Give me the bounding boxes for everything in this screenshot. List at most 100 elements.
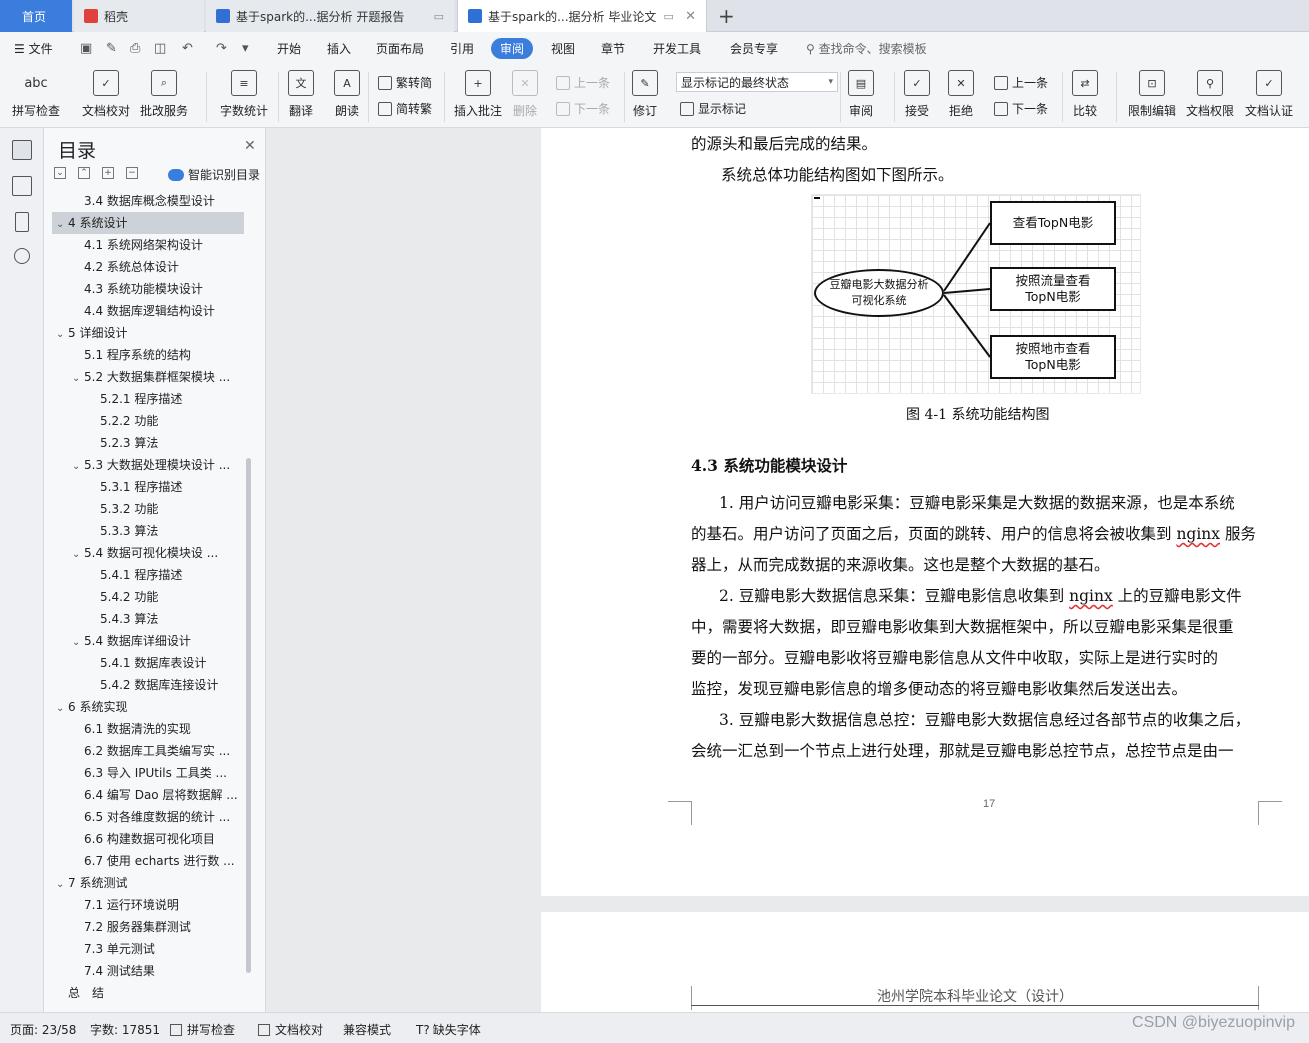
spellcheck-toggle[interactable]: 拼写检查 bbox=[170, 1021, 235, 1038]
toc-item[interactable]: 4.1 系统网络架构设计 bbox=[52, 234, 244, 256]
add-heading-icon[interactable]: + bbox=[102, 167, 114, 179]
toc-item[interactable]: 3.4 数据库概念模型设计 bbox=[52, 190, 244, 212]
undo-icon[interactable]: ↶ bbox=[182, 41, 193, 56]
menu-home[interactable]: 开始 bbox=[277, 40, 301, 57]
toc-item[interactable]: 5.4.2 功能 bbox=[52, 586, 244, 608]
proofread-toggle[interactable]: 文档校对 bbox=[258, 1021, 323, 1038]
toc-item[interactable]: 5.3.2 功能 bbox=[52, 498, 244, 520]
menu-references[interactable]: 引用 bbox=[450, 40, 474, 57]
toc-item[interactable]: 总 结 bbox=[52, 982, 244, 1004]
misspelled-word[interactable]: nginx bbox=[1176, 525, 1220, 543]
toc-item[interactable]: 6.2 数据库工具类编写实 ... bbox=[52, 740, 244, 762]
close-tab-icon[interactable]: ✕ bbox=[685, 9, 696, 24]
toc-item[interactable]: 5.3.1 程序描述 bbox=[52, 476, 244, 498]
menu-review[interactable]: 审阅 bbox=[491, 38, 534, 59]
redo-icon[interactable]: ↷ bbox=[216, 41, 227, 56]
toc-item[interactable]: ⌄ 5.3 大数据处理模块设计 ... bbox=[52, 454, 244, 476]
doc-permission-button[interactable]: ⚲ 文档权限 bbox=[1186, 70, 1234, 119]
chevron-down-icon[interactable]: ⌄ bbox=[56, 324, 68, 344]
toc-item[interactable]: 4.3 系统功能模块设计 bbox=[52, 278, 244, 300]
chevron-down-icon[interactable]: ⌄ bbox=[56, 214, 68, 234]
translate-button[interactable]: 文翻译 bbox=[288, 70, 314, 119]
toc-item[interactable]: 5.2.2 功能 bbox=[52, 410, 244, 432]
toc-item[interactable]: ⌄ 5.4 数据库详细设计 bbox=[52, 630, 244, 652]
toc-item[interactable]: 6.3 导入 IPUtils 工具类 ... bbox=[52, 762, 244, 784]
close-icon[interactable]: ✕ bbox=[244, 138, 256, 154]
word-count-button[interactable]: ≡ 字数统计 bbox=[220, 70, 268, 119]
file-menu[interactable]: ☰ 文件 bbox=[14, 40, 53, 57]
menu-member[interactable]: 会员专享 bbox=[730, 40, 778, 57]
print-preview-icon[interactable]: ◫ bbox=[154, 41, 166, 56]
toc-item[interactable]: 6.6 构建数据可视化项目 bbox=[52, 828, 244, 850]
collapse-all-icon[interactable]: ⌄ bbox=[54, 167, 66, 179]
next-comment-button[interactable]: 下一条 bbox=[556, 100, 610, 117]
reject-button[interactable]: ✕ 拒绝 bbox=[948, 70, 974, 119]
toc-item[interactable]: ⌄ 5.2 大数据集群框架模块 ... bbox=[52, 366, 244, 388]
save-icon[interactable]: ▣ bbox=[80, 41, 92, 56]
next-change-button[interactable]: 下一条 bbox=[994, 100, 1048, 117]
menu-developer[interactable]: 开发工具 bbox=[653, 40, 701, 57]
search-icon[interactable] bbox=[14, 248, 30, 264]
page-indicator[interactable]: 页面: 23/58 bbox=[10, 1021, 76, 1038]
delete-comment-button[interactable]: ✕ 删除 bbox=[512, 70, 538, 119]
misspelled-word[interactable]: nginx bbox=[1069, 587, 1113, 605]
toc-item[interactable]: 7.3 单元测试 bbox=[52, 938, 244, 960]
toc-panel-icon[interactable] bbox=[12, 140, 32, 160]
toc-item[interactable]: 5.4.3 算法 bbox=[52, 608, 244, 630]
batch-service-button[interactable]: ⌕ 批改服务 bbox=[140, 70, 188, 119]
review-pane-button[interactable]: ▤ 审阅 bbox=[848, 70, 874, 119]
doc-check-button[interactable]: ✓ 文档校对 bbox=[82, 70, 130, 119]
show-markup-button[interactable]: 显示标记 bbox=[680, 100, 746, 117]
customize-quick-access-icon[interactable]: ▾ bbox=[242, 41, 249, 56]
toc-item[interactable]: ⌄ 4 系统设计 bbox=[52, 212, 244, 234]
toc-item[interactable]: 7.1 运行环境说明 bbox=[52, 894, 244, 916]
toc-item[interactable]: 7.2 服务器集群测试 bbox=[52, 916, 244, 938]
chevron-down-icon[interactable]: ⌄ bbox=[72, 368, 84, 388]
chevron-down-icon[interactable]: ⌄ bbox=[72, 632, 84, 652]
menu-insert[interactable]: 插入 bbox=[327, 40, 351, 57]
compare-button[interactable]: ⇄ 比较 bbox=[1072, 70, 1098, 119]
tab-home[interactable]: 首页 bbox=[0, 0, 72, 32]
print-icon[interactable]: ⎙ bbox=[130, 41, 140, 56]
simp-to-trad-button[interactable]: 简转繁 bbox=[378, 100, 432, 117]
toc-item[interactable]: 6.1 数据清洗的实现 bbox=[52, 718, 244, 740]
toc-item[interactable]: 6.5 对各维度数据的统计 ... bbox=[52, 806, 244, 828]
chevron-down-icon[interactable]: ⌄ bbox=[56, 698, 68, 718]
prev-change-button[interactable]: 上一条 bbox=[994, 74, 1048, 91]
toc-item[interactable]: ⌄ 5 详细设计 bbox=[52, 322, 244, 344]
format-painter-icon[interactable]: ✎ bbox=[106, 41, 117, 56]
command-search[interactable]: ⚲ 查找命令、搜索模板 bbox=[806, 40, 927, 57]
compat-mode[interactable]: 兼容模式 bbox=[343, 1021, 391, 1038]
toc-item[interactable]: 5.4.2 数据库连接设计 bbox=[52, 674, 244, 696]
insert-comment-button[interactable]: + 插入批注 bbox=[454, 70, 502, 119]
doc-certify-button[interactable]: ✓ 文档认证 bbox=[1245, 70, 1293, 119]
new-tab-button[interactable]: + bbox=[712, 0, 740, 32]
toc-item[interactable]: 5.4.1 数据库表设计 bbox=[52, 652, 244, 674]
toc-item[interactable]: 7.4 测试结果 bbox=[52, 960, 244, 982]
chapter-nav-icon[interactable] bbox=[12, 176, 32, 196]
toc-item[interactable]: ⌄ 6 系统实现 bbox=[52, 696, 244, 718]
toc-item[interactable]: 4.2 系统总体设计 bbox=[52, 256, 244, 278]
toc-item[interactable]: ⌄ 7 系统测试 bbox=[52, 872, 244, 894]
trad-to-simp-button[interactable]: 繁转简 bbox=[378, 74, 432, 91]
tab-document-proposal[interactable]: 基于spark的...据分析 开题报告 ▭ bbox=[206, 0, 454, 32]
bookmark-icon[interactable] bbox=[15, 212, 29, 232]
menu-page-layout[interactable]: 页面布局 bbox=[376, 40, 424, 57]
markup-state-select[interactable]: 显示标记的最终状态 ▾ bbox=[676, 72, 838, 92]
toc-item[interactable]: 4.4 数据库逻辑结构设计 bbox=[52, 300, 244, 322]
toc-item[interactable]: 5.1 程序系统的结构 bbox=[52, 344, 244, 366]
toc-item[interactable]: 6.7 使用 echarts 进行数 ... bbox=[52, 850, 244, 872]
menu-chapter[interactable]: 章节 bbox=[601, 40, 625, 57]
toc-item[interactable]: 5.4.1 程序描述 bbox=[52, 564, 244, 586]
toc-item[interactable]: 5.2.3 算法 bbox=[52, 432, 244, 454]
toc-item[interactable]: 6.4 编写 Dao 层将数据解 ... bbox=[52, 784, 244, 806]
spellcheck-button[interactable]: abc 拼写检查 bbox=[12, 70, 60, 119]
chevron-down-icon[interactable]: ⌄ bbox=[72, 544, 84, 564]
remove-heading-icon[interactable]: − bbox=[126, 167, 138, 179]
accept-button[interactable]: ✓ 接受 bbox=[904, 70, 930, 119]
read-aloud-button[interactable]: A 朗读 bbox=[334, 70, 360, 119]
restrict-edit-button[interactable]: ⊡ 限制编辑 bbox=[1128, 70, 1176, 119]
toc-item[interactable]: ⌄ 5.4 数据可视化模块设 ... bbox=[52, 542, 244, 564]
expand-up-icon[interactable]: ⌃ bbox=[78, 167, 90, 179]
missing-font-button[interactable]: T? 缺失字体 bbox=[416, 1021, 481, 1038]
